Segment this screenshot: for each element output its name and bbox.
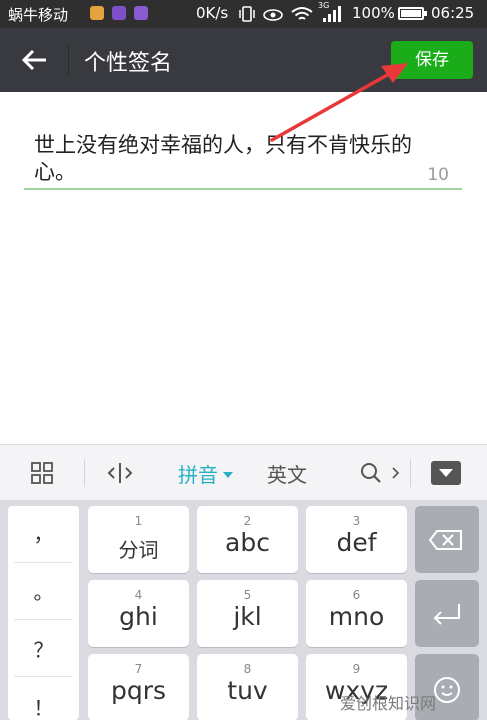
key-number: 8: [243, 662, 252, 676]
key-number: 9: [352, 662, 361, 676]
punct-divider: [14, 562, 73, 563]
key-number: 7: [134, 662, 143, 676]
enter-icon: [433, 604, 460, 625]
keyboard-toolbar: 拼音 英文: [0, 444, 487, 500]
punct-divider: [14, 619, 73, 620]
battery-percentage: 100%: [352, 4, 395, 22]
key-label: 分词: [118, 538, 159, 562]
key-6-mno[interactable]: 6 mno: [306, 580, 407, 647]
key-number: 2: [243, 514, 252, 528]
toolbar-separator: [410, 459, 411, 487]
key-1-segment[interactable]: 1 分词: [88, 506, 189, 573]
punct-question-key[interactable]: ？: [8, 634, 79, 663]
save-button[interactable]: 保存: [391, 41, 473, 79]
wifi-icon: [291, 7, 313, 20]
key-5-jkl[interactable]: 5 jkl: [197, 580, 298, 647]
battery-icon: [398, 7, 427, 20]
app-notification-icon: [90, 6, 104, 20]
signature-input[interactable]: 世上没有绝对幸福的人，只有不肯快乐的心。: [34, 132, 439, 186]
punct-period-key[interactable]: 。: [8, 576, 79, 605]
keyboard: ， 。 ？ ！ 1 分词 2 abc 3 def 4 ghi 5 jkl 6 m…: [0, 500, 487, 720]
back-arrow-icon: [21, 49, 46, 71]
pinyin-mode-tab[interactable]: 拼音: [178, 459, 218, 488]
status-bar: 蜗牛移动 0K/s 3G 100% 06:25: [0, 0, 487, 28]
key-label: mno: [328, 602, 385, 631]
keyboard-collapse-icon[interactable]: [431, 461, 461, 485]
clock: 06:25: [431, 4, 475, 22]
key-label: pqrs: [110, 676, 167, 705]
signal-icon: [323, 6, 341, 22]
grid-icon[interactable]: [31, 462, 53, 484]
eye-icon: [263, 9, 283, 21]
carrier-name: 蜗牛移动: [8, 6, 69, 24]
page-title: 个性签名: [84, 51, 173, 76]
key-8-tuv[interactable]: 8 tuv: [197, 654, 298, 720]
key-label: jkl: [233, 602, 262, 631]
vibrate-icon: [239, 6, 255, 22]
input-underline: [24, 188, 462, 190]
punct-exclaim-key[interactable]: ！: [8, 692, 79, 720]
title-bar: 个性签名 保存: [0, 28, 487, 92]
backspace-icon: [428, 530, 462, 550]
key-3-def[interactable]: 3 def: [306, 506, 407, 573]
punctuation-column: ， 。 ？ ！: [8, 506, 79, 720]
screen: 蜗牛移动 0K/s 3G 100% 06:25 个性签名 保存 世上没有绝对幸福…: [0, 0, 487, 720]
net-speed: 0K/s: [196, 4, 229, 22]
english-mode-tab[interactable]: 英文: [267, 459, 307, 488]
key-label: abc: [225, 528, 270, 557]
app-notification-icon: [134, 6, 148, 20]
punct-comma-key[interactable]: ，: [8, 518, 79, 547]
backspace-key[interactable]: [415, 506, 479, 573]
cursor-icon[interactable]: [106, 461, 134, 485]
toolbar-separator: [84, 459, 85, 487]
app-notification-icon: [112, 6, 126, 20]
key-2-abc[interactable]: 2 abc: [197, 506, 298, 573]
punct-divider: [14, 676, 73, 677]
key-7-pqrs[interactable]: 7 pqrs: [88, 654, 189, 720]
key-number: 5: [243, 588, 252, 602]
key-number: 6: [352, 588, 361, 602]
remaining-char-count: 10: [427, 165, 449, 185]
back-button[interactable]: [18, 44, 52, 76]
chevron-right-icon[interactable]: [392, 467, 400, 479]
enter-key[interactable]: [415, 580, 479, 647]
key-4-ghi[interactable]: 4 ghi: [88, 580, 189, 647]
pinyin-dropdown-icon[interactable]: [223, 472, 233, 478]
key-label: ghi: [119, 602, 158, 631]
key-number: 3: [352, 514, 361, 528]
title-divider: [68, 44, 69, 76]
key-label: def: [336, 528, 377, 557]
key-number: 4: [134, 588, 143, 602]
signature-editor: 世上没有绝对幸福的人，只有不肯快乐的心。 10: [0, 92, 487, 444]
key-number: 1: [134, 514, 143, 528]
search-icon[interactable]: [360, 462, 382, 484]
key-label: tuv: [227, 676, 268, 705]
watermark: 爱创根知识网: [340, 694, 437, 713]
